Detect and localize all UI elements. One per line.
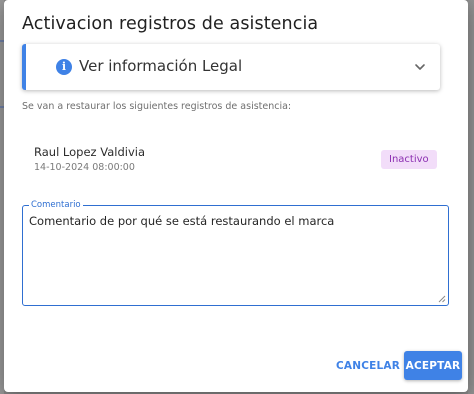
background-app-edge-right — [468, 0, 474, 394]
accept-button[interactable]: ACEPTAR — [404, 351, 462, 380]
comment-textarea[interactable]: Comentario de por qué se está restaurand… — [29, 214, 439, 298]
restore-intro-text: Se van a restaurar los siguientes regist… — [22, 101, 292, 112]
restore-attendance-dialog: Activacion registros de asistencia i Ver… — [4, 0, 468, 392]
dialog-title: Activacion registros de asistencia — [22, 14, 319, 34]
resize-handle-icon[interactable] — [438, 295, 446, 303]
status-badge: Inactivo — [381, 150, 437, 169]
comment-field: Comentario Comentario de por qué se está… — [22, 199, 449, 306]
cancel-button[interactable]: CANCELAR — [330, 354, 406, 378]
attendance-record-item: Raul Lopez Valdivia 14-10-2024 08:00:00 … — [22, 139, 448, 179]
comment-field-label: Comentario — [29, 199, 83, 211]
chevron-down-icon[interactable] — [414, 61, 426, 73]
info-icon: i — [56, 59, 72, 75]
record-timestamp: 14-10-2024 08:00:00 — [34, 162, 135, 173]
legal-info-label: Ver información Legal — [79, 57, 243, 75]
legal-info-expander[interactable]: i Ver información Legal — [22, 44, 440, 90]
record-employee-name: Raul Lopez Valdivia — [34, 145, 145, 159]
